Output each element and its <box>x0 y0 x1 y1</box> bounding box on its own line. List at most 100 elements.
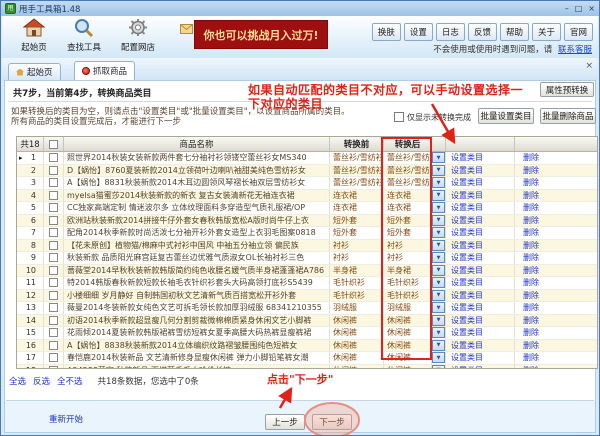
batch-delete-button[interactable]: 批量删除商品 <box>540 108 596 124</box>
set-category-link[interactable]: 设置类目 <box>446 315 515 327</box>
minimize-button[interactable]: – <box>565 4 569 13</box>
delete-link[interactable]: 删除 <box>515 327 597 339</box>
set-category-link[interactable]: 设置类目 <box>446 340 515 352</box>
invert-select-link[interactable]: 反选 <box>33 375 50 387</box>
tab-grab-products[interactable]: 抓取商品 <box>74 61 135 80</box>
settings-button[interactable]: 设置 <box>404 23 433 41</box>
delete-link[interactable]: 删除 <box>515 177 597 189</box>
category-dropdown[interactable]: ▼ <box>432 227 445 238</box>
next-step-button[interactable]: 下一步 <box>312 414 352 430</box>
delete-link[interactable]: 删除 <box>515 290 597 302</box>
row-checkbox[interactable] <box>49 153 58 162</box>
tab-start-page[interactable]: 起始页 <box>8 63 61 80</box>
delete-link[interactable]: 删除 <box>515 240 597 252</box>
row-checkbox[interactable] <box>49 303 58 312</box>
set-category-link[interactable]: 设置类目 <box>446 240 515 252</box>
category-dropdown[interactable]: ▼ <box>432 302 445 313</box>
category-dropdown[interactable]: ▼ <box>432 277 445 288</box>
row-checkbox[interactable] <box>49 216 58 225</box>
restart-link[interactable]: 重新开始 <box>49 413 83 425</box>
category-dropdown[interactable]: ▼ <box>432 152 445 163</box>
row-checkbox[interactable] <box>49 203 58 212</box>
select-none-link[interactable]: 全不选 <box>57 375 83 387</box>
category-dropdown[interactable]: ▼ <box>432 352 445 363</box>
pre-convert-button[interactable]: 属性预转换 <box>540 82 594 97</box>
toolbar-item-config-shop[interactable]: 配置网店 <box>114 18 162 53</box>
delete-link[interactable]: 删除 <box>515 265 597 277</box>
tab-close-icon[interactable]: × <box>585 61 593 71</box>
row-checkbox[interactable] <box>49 266 58 275</box>
feedback-button[interactable]: 反馈 <box>468 23 497 41</box>
delete-link[interactable]: 删除 <box>515 190 597 202</box>
set-category-link[interactable]: 设置类目 <box>446 277 515 289</box>
set-category-link[interactable]: 设置类目 <box>446 302 515 314</box>
set-category-link[interactable]: 设置类目 <box>446 165 515 177</box>
row-checkbox[interactable] <box>49 328 58 337</box>
close-button[interactable]: × <box>588 4 595 13</box>
set-category-link[interactable]: 设置类目 <box>446 177 515 189</box>
category-dropdown[interactable]: ▼ <box>432 327 445 338</box>
delete-link[interactable]: 删除 <box>515 152 597 164</box>
category-dropdown[interactable]: ▼ <box>432 190 445 201</box>
category-dropdown[interactable]: ▼ <box>432 265 445 276</box>
delete-link[interactable]: 删除 <box>515 252 597 264</box>
delete-link[interactable]: 删除 <box>515 302 597 314</box>
category-dropdown[interactable]: ▼ <box>432 240 445 251</box>
set-category-link[interactable]: 设置类目 <box>446 190 515 202</box>
delete-link[interactable]: 删除 <box>515 202 597 214</box>
delete-link[interactable]: 删除 <box>515 352 597 364</box>
set-category-link[interactable]: 设置类目 <box>446 290 515 302</box>
delete-link[interactable]: 删除 <box>515 215 597 227</box>
website-button[interactable]: 官网 <box>564 23 593 41</box>
set-category-link[interactable]: 设置类目 <box>446 215 515 227</box>
set-category-link[interactable]: 设置类目 <box>446 265 515 277</box>
row-checkbox[interactable] <box>49 228 58 237</box>
filter-unconverted-checkbox[interactable] <box>394 112 404 122</box>
category-dropdown[interactable]: ▼ <box>432 165 445 176</box>
set-category-link[interactable]: 设置类目 <box>446 152 515 164</box>
set-category-link[interactable]: 设置类目 <box>446 365 515 370</box>
delete-link[interactable]: 删除 <box>515 365 597 370</box>
category-dropdown[interactable]: ▼ <box>432 215 445 226</box>
set-category-link[interactable]: 设置类目 <box>446 202 515 214</box>
category-dropdown[interactable]: ▼ <box>432 202 445 213</box>
row-checkbox[interactable] <box>49 191 58 200</box>
maximize-button[interactable]: □ <box>575 4 583 13</box>
category-dropdown[interactable]: ▼ <box>432 290 445 301</box>
row-checkbox[interactable] <box>49 278 58 287</box>
row-checkbox[interactable] <box>49 316 58 325</box>
set-category-link[interactable]: 设置类目 <box>446 352 515 364</box>
row-checkbox[interactable] <box>49 366 58 369</box>
row-checkbox[interactable] <box>49 241 58 250</box>
category-dropdown[interactable]: ▼ <box>432 340 445 351</box>
contact-support-link[interactable]: 联系客服 <box>558 45 592 55</box>
delete-link[interactable]: 删除 <box>515 165 597 177</box>
set-category-link[interactable]: 设置类目 <box>446 252 515 264</box>
row-checkbox[interactable] <box>49 166 58 175</box>
category-dropdown[interactable]: ▼ <box>432 315 445 326</box>
category-dropdown[interactable]: ▼ <box>432 252 445 263</box>
set-category-link[interactable]: 设置类目 <box>446 327 515 339</box>
prev-step-button[interactable]: 上一步 <box>265 414 305 430</box>
select-all-link[interactable]: 全选 <box>9 375 26 387</box>
row-checkbox[interactable] <box>49 291 58 300</box>
row-checkbox[interactable] <box>49 178 58 187</box>
set-category-link[interactable]: 设置类目 <box>446 227 515 239</box>
delete-link[interactable]: 删除 <box>515 227 597 239</box>
header-checkbox[interactable] <box>49 140 58 149</box>
toolbar-item-find-tools[interactable]: 查找工具 <box>60 18 108 53</box>
row-checkbox[interactable] <box>49 253 58 262</box>
toolbar-item-home[interactable]: 起始页 <box>10 18 58 53</box>
skin-button[interactable]: 换肤 <box>372 23 401 41</box>
promo-banner[interactable]: 你也可以挑战月入过万! <box>194 20 328 49</box>
help-button[interactable]: 帮助 <box>500 23 529 41</box>
delete-link[interactable]: 删除 <box>515 315 597 327</box>
row-checkbox[interactable] <box>49 341 58 350</box>
category-dropdown[interactable]: ▼ <box>432 177 445 188</box>
row-checkbox[interactable] <box>49 353 58 362</box>
category-dropdown[interactable]: ▼ <box>432 365 445 369</box>
log-button[interactable]: 日志 <box>436 23 465 41</box>
about-button[interactable]: 关于 <box>532 23 561 41</box>
delete-link[interactable]: 删除 <box>515 340 597 352</box>
delete-link[interactable]: 删除 <box>515 277 597 289</box>
